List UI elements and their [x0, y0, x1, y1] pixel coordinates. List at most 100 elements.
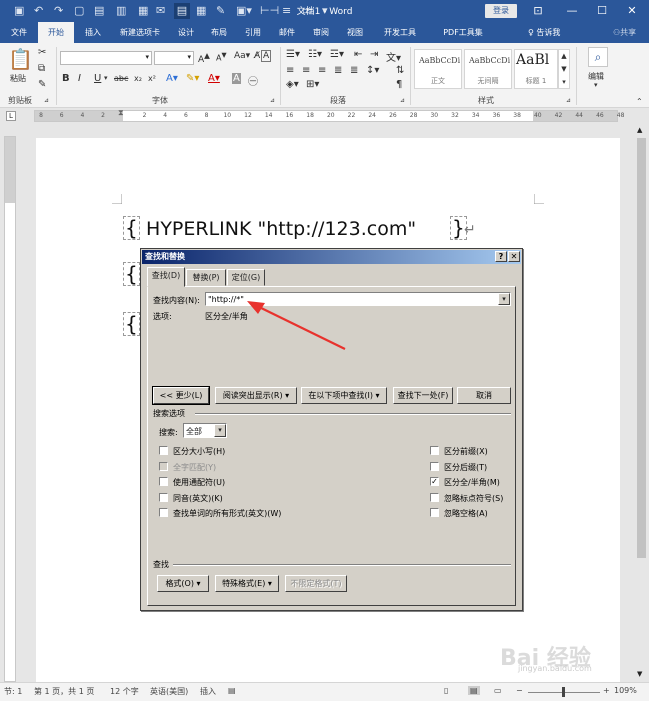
close-button[interactable]: ✕ [622, 2, 642, 20]
grow-font-icon[interactable]: A▲ [198, 51, 210, 65]
search-direction-select[interactable]: 全部 ▾ [183, 423, 227, 438]
special-format-button[interactable]: 特殊格式(E) ▾ [215, 575, 279, 592]
tab-mailings[interactable]: 邮件 [272, 22, 302, 43]
zoom-in-icon[interactable]: + [603, 686, 610, 695]
word-count[interactable]: 12 个字 [110, 686, 139, 697]
highlight-icon[interactable]: ✎▾ [186, 73, 199, 84]
collapse-ribbon-icon[interactable]: ⌃ [636, 97, 643, 106]
option-checkbox[interactable] [430, 508, 439, 517]
align-left-icon[interactable]: ≡ [286, 65, 294, 76]
reading-highlight-button[interactable]: 阅读突出显示(R) ▾ [215, 387, 297, 404]
option-checkbox[interactable] [159, 492, 168, 502]
enclosed-char-icon[interactable]: ㊀ [248, 73, 258, 88]
find-icon[interactable]: ⌕ [588, 47, 608, 67]
style-heading-1[interactable]: AaBl 标题 1 [514, 49, 558, 89]
sort-icon[interactable]: ⇅ [396, 65, 404, 76]
vertical-ruler[interactable] [4, 136, 16, 682]
bullets-icon[interactable]: ☰▾ [286, 49, 300, 60]
no-formatting-button[interactable]: 不限定格式(T) [285, 575, 347, 592]
option-checkbox[interactable] [430, 461, 439, 471]
scroll-down-icon[interactable]: ▼ [637, 670, 642, 678]
option-label[interactable]: 使用通配符(U) [173, 477, 225, 488]
align-right-icon[interactable]: ≡ [318, 65, 326, 76]
web-layout-icon[interactable]: ▭ [494, 686, 502, 695]
option-label[interactable]: 区分全/半角(M) [444, 477, 500, 488]
subscript-icon[interactable]: x₂ [134, 74, 142, 83]
decrease-indent-icon[interactable]: ⇤ [354, 49, 362, 60]
shrink-font-icon[interactable]: A▼ [216, 51, 227, 63]
text-effects-icon[interactable]: A▾ [166, 73, 178, 84]
login-button[interactable]: 登录 [485, 4, 517, 18]
print-layout-icon[interactable]: ▤ [468, 686, 480, 695]
cut-icon[interactable]: ✂ [38, 47, 46, 58]
multilevel-list-icon[interactable]: ☲▾ [330, 49, 344, 60]
option-checkbox[interactable] [430, 492, 439, 502]
borders-icon[interactable]: ⊞▾ [306, 79, 319, 90]
tab-replace[interactable]: 替换(P) [186, 269, 226, 286]
zoom-slider-thumb[interactable] [562, 687, 565, 697]
tab-layout[interactable]: 布局 [204, 22, 234, 43]
option-checkbox[interactable] [159, 446, 168, 455]
clipboard-launcher-icon[interactable]: ⊿ [44, 97, 49, 104]
find-next-button[interactable]: 查找下一处(F) [393, 387, 453, 404]
font-size-combo[interactable]: ▾ [154, 51, 194, 65]
increase-indent-icon[interactable]: ⇥ [370, 49, 378, 60]
underline-icon[interactable]: U [94, 73, 101, 84]
page-indicator[interactable]: 第 1 页，共 1 页 [34, 686, 94, 697]
paste-button[interactable]: 粘贴 [10, 73, 26, 84]
tab-new[interactable]: 新建选项卡 [112, 22, 168, 43]
scroll-thumb[interactable] [637, 138, 646, 558]
option-checkbox[interactable] [159, 508, 168, 517]
dialog-title-bar[interactable]: 查找和替换 [142, 250, 521, 264]
change-case-icon[interactable]: Aa▾ [234, 51, 250, 61]
font-launcher-icon[interactable]: ⊿ [270, 97, 275, 104]
paragraph-launcher-icon[interactable]: ⊿ [400, 97, 405, 104]
option-label[interactable]: 忽略空格(A) [444, 508, 488, 519]
option-checkbox[interactable]: ✓ [430, 477, 439, 486]
show-marks-icon[interactable]: ¶ [396, 79, 402, 90]
numbering-icon[interactable]: ☷▾ [308, 49, 322, 60]
search-direction-dropdown-icon[interactable]: ▾ [214, 424, 226, 437]
option-checkbox[interactable] [430, 446, 439, 455]
format-button[interactable]: 格式(O) ▾ [157, 575, 209, 592]
strikethrough-icon[interactable]: abc [114, 74, 128, 83]
underline-dropdown-icon[interactable]: ▾ [104, 74, 108, 82]
option-label[interactable]: 同音(英文)(K) [173, 493, 223, 504]
less-button[interactable]: << 更少(L) [152, 386, 210, 405]
section-indicator[interactable]: 节: 1 [4, 686, 22, 697]
tab-references[interactable]: 引用 [238, 22, 268, 43]
style-normal[interactable]: AaBbCcDi 正文 [414, 49, 462, 89]
copy-icon[interactable]: ⧉ [38, 63, 45, 74]
paste-icon[interactable]: 📋 [8, 47, 33, 71]
insert-mode[interactable]: 插入 [200, 686, 216, 697]
chinese-layout-icon[interactable]: 文▾ [386, 49, 401, 64]
line-spacing-icon[interactable]: ↕▾ [366, 65, 379, 76]
tab-goto[interactable]: 定位(G) [227, 269, 265, 286]
macro-icon[interactable]: ▤ [228, 686, 236, 695]
dialog-help-button[interactable]: ? [495, 251, 507, 262]
superscript-icon[interactable]: x² [148, 74, 156, 83]
vertical-scrollbar[interactable]: ▲ ▼ [634, 124, 649, 682]
font-color-icon[interactable]: A▾ [208, 73, 220, 84]
option-checkbox[interactable] [159, 477, 168, 486]
align-center-icon[interactable]: ≡ [302, 65, 310, 76]
tab-review[interactable]: 审阅 [306, 22, 336, 43]
shading-icon[interactable]: ◈▾ [286, 79, 299, 90]
read-mode-icon[interactable]: ▯ [444, 686, 448, 695]
styles-scroll[interactable]: ▲ ▼ ▾ [558, 49, 570, 89]
maximize-button[interactable]: ☐ [592, 2, 612, 20]
tab-home[interactable]: 开始 [38, 22, 74, 43]
tell-me-box[interactable]: ♀ 告诉我 [528, 22, 560, 43]
char-shading-icon[interactable]: A [232, 73, 241, 84]
option-label[interactable]: 忽略标点符号(S) [444, 493, 503, 504]
share-button[interactable]: ⚇共享 [613, 22, 636, 43]
styles-launcher-icon[interactable]: ⊿ [566, 97, 571, 104]
language-indicator[interactable]: 英语(美国) [150, 686, 188, 697]
clear-format-icon[interactable]: A̸ [254, 51, 260, 61]
option-label[interactable]: 区分前缀(X) [444, 446, 488, 457]
zoom-out-icon[interactable]: − [516, 686, 523, 695]
bold-icon[interactable]: B [62, 73, 70, 84]
tab-find[interactable]: 查找(D) [147, 267, 185, 287]
scroll-up-icon[interactable]: ▲ [637, 126, 642, 134]
italic-icon[interactable]: I [78, 73, 81, 84]
